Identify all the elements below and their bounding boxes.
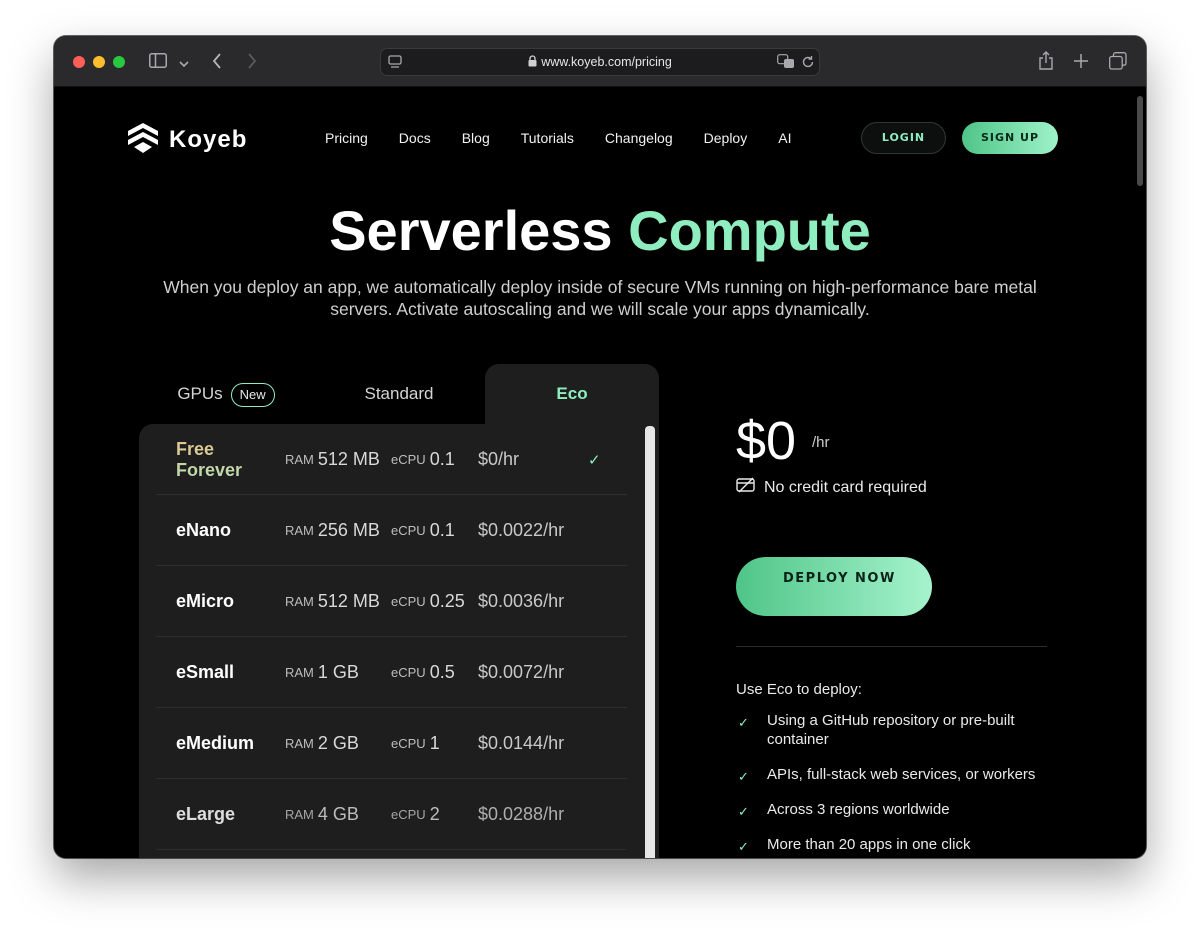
share-icon[interactable] [1038,51,1054,73]
koyeb-logo-icon [127,122,159,158]
plan-price: $0.0288/hr [478,804,565,824]
plan-cpu: eCPU 0.25 [391,591,465,611]
price-unit: /hr [812,434,830,451]
check-icon: ✓ [738,804,749,819]
plan-cpu: eCPU 1 [391,733,440,753]
plans-table: Free Forever RAM 512 MB eCPU 0.1 $0/hr ✓ e… [139,424,659,858]
plan-cpu: eCPU 0.5 [391,662,455,682]
tab-gpus-label: GPUs [177,384,223,403]
list-item: ✓ More than 20 apps in one click [738,836,971,854]
koyeb-logo[interactable]: Koyeb [127,122,247,158]
list-item: ✓ Across 3 regions worldwide [738,801,950,819]
plan-cpu: eCPU 0.1 [391,449,455,469]
browser-window: www.koyeb.com/pricing Koyeb Pricing Docs… [54,36,1146,858]
selected-price: $0 [736,411,797,471]
nav-tutorials[interactable]: Tutorials [521,130,574,146]
page-title: Serverless Compute [54,198,1146,263]
sidebar-icon[interactable] [149,53,167,71]
browser-toolbar: www.koyeb.com/pricing [54,36,1146,87]
zoom-window-button[interactable] [113,56,125,68]
minimize-window-button[interactable] [93,56,105,68]
url-text: www.koyeb.com/pricing [541,55,672,69]
plan-name: eSmall [176,662,235,682]
plan-ram: RAM 256 MB [285,520,380,540]
address-bar[interactable]: www.koyeb.com/pricing [380,48,820,76]
signup-button[interactable]: SIGN UP [962,122,1058,154]
no-credit-card-note: No credit card required [736,477,927,498]
plan-row-emicro[interactable]: eMicro RAM 512 MB eCPU 0.25 $0.0036/hr [156,566,627,637]
divider [736,646,1047,647]
plan-row-free[interactable]: Free Forever RAM 512 MB eCPU 0.1 $0/hr ✓ [156,424,627,495]
plan-price: $0.0144/hr [478,733,565,753]
tab-standard[interactable]: Standard [313,364,485,424]
plan-name: Free Forever [176,424,256,495]
nav-docs[interactable]: Docs [399,130,431,146]
plan-ram: RAM 512 MB [285,449,380,469]
login-button[interactable]: LOGIN [861,122,946,154]
selected-check-icon: ✓ [588,451,601,469]
plan-cpu: eCPU 0.1 [391,520,455,540]
nav-blog[interactable]: Blog [462,130,490,146]
plan-name: eMicro [176,591,235,611]
plan-row-emedium[interactable]: eMedium RAM 2 GB eCPU 1 $0.0144/hr [156,708,627,779]
page-scrollbar[interactable] [1137,96,1143,186]
plan-row-esmall[interactable]: eSmall RAM 1 GB eCPU 0.5 $0.0072/hr [156,637,627,708]
new-tab-icon[interactable] [1073,53,1089,72]
plan-price: $0.0036/hr [478,591,565,611]
plan-tabs: GPUs New Standard Eco [139,364,659,424]
plan-name: eLarge [176,804,236,824]
close-window-button[interactable] [73,56,85,68]
nav-pricing[interactable]: Pricing [325,130,368,146]
nav-deploy[interactable]: Deploy [704,130,748,146]
reload-icon[interactable] [801,55,815,72]
check-icon: ✓ [738,769,749,784]
plan-row-elarge[interactable]: eLarge RAM 4 GB eCPU 2 $0.0288/hr [156,779,627,850]
plan-ram: RAM 2 GB [285,733,359,753]
page-subtitle: When you deploy an app, we automatically… [163,277,1037,319]
url-display: www.koyeb.com/pricing [381,55,819,70]
translate-icon[interactable] [777,54,795,72]
title-white: Serverless [329,199,613,262]
nav-ai[interactable]: AI [778,130,791,146]
plan-ram: RAM 4 GB [285,804,359,824]
tab-eco[interactable]: Eco [485,364,659,424]
back-icon[interactable] [212,53,222,72]
deploy-now-button[interactable]: DEPLOY NOW [736,557,932,616]
plan-name: eNano [176,520,232,540]
no-credit-card-icon [736,477,756,498]
check-icon: ✓ [738,839,749,854]
no-credit-card-text: No credit card required [764,478,927,496]
forward-icon[interactable] [247,53,257,72]
list-item: ✓ Using a GitHub repository or pre-built … [738,712,1015,748]
plan-name: eMedium [176,733,255,753]
plan-cpu: eCPU 2 [391,804,440,824]
plan-ram: RAM 1 GB [285,662,359,682]
title-accent: Compute [628,199,871,262]
plan-price: $0.0072/hr [478,662,565,682]
web-page: Koyeb Pricing Docs Blog Tutorials Change… [54,88,1146,858]
nav-changelog[interactable]: Changelog [605,130,673,146]
chevron-down-icon[interactable] [179,55,189,71]
plan-price: $0.0022/hr [478,520,565,540]
plan-row-enano[interactable]: eNano RAM 256 MB eCPU 0.1 $0.0022/hr [156,495,627,566]
lock-icon [528,55,537,70]
check-icon: ✓ [738,715,749,730]
list-item: ✓ APIs, full-stack web services, or worke… [738,766,1036,784]
use-eco-title: Use Eco to deploy: [736,681,862,698]
new-badge: New [230,382,275,407]
logo-text: Koyeb [169,126,248,153]
tabs-overview-icon[interactable] [1109,52,1127,73]
main-nav: Pricing Docs Blog Tutorials Changelog De… [325,130,822,146]
plan-price: $0/hr [478,449,520,469]
tab-gpus[interactable]: GPUs New [139,364,313,424]
plan-ram: RAM 512 MB [285,591,380,611]
use-eco-list: ✓ Using a GitHub repository or pre-built … [738,711,1048,858]
plans-scrollbar[interactable] [645,426,655,858]
